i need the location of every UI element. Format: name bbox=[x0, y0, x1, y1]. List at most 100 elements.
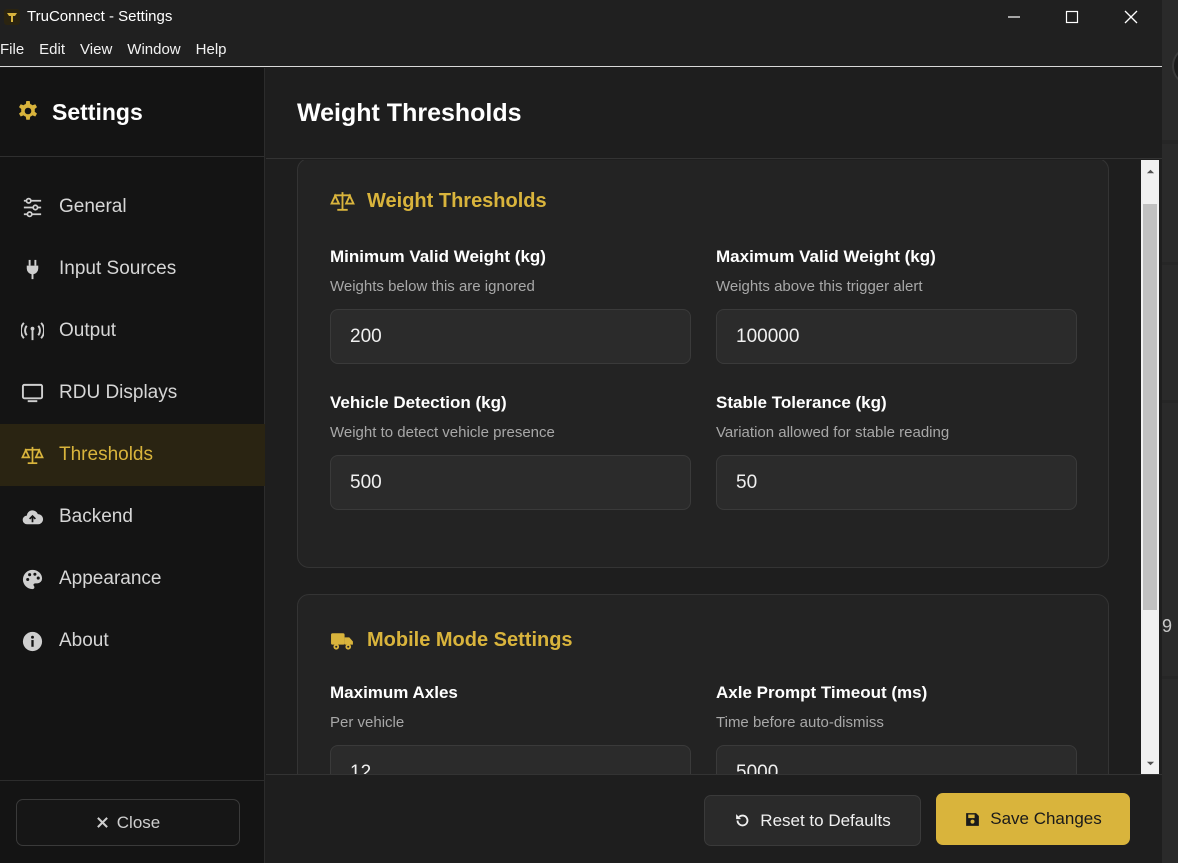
field-label: Stable Tolerance (kg) bbox=[716, 393, 887, 412]
main-panel: Weight Thresholds Weight Thresholds Mini… bbox=[266, 68, 1162, 863]
arrow-down-icon bbox=[1146, 761, 1154, 765]
app-logo-icon bbox=[4, 8, 20, 25]
sidebar-item-backend[interactable]: Backend bbox=[0, 486, 265, 548]
sidebar-item-label: About bbox=[59, 630, 109, 651]
maximize-button[interactable] bbox=[1043, 0, 1101, 33]
sidebar-item-appearance[interactable]: Appearance bbox=[0, 548, 265, 610]
truck-icon bbox=[331, 633, 353, 650]
close-icon bbox=[96, 817, 108, 828]
max-axles-input[interactable] bbox=[330, 745, 691, 774]
window-close-button[interactable] bbox=[1102, 0, 1160, 33]
background-divider bbox=[1162, 262, 1178, 265]
scroll-up-button[interactable] bbox=[1141, 162, 1159, 180]
title-bar: TruConnect - Settings bbox=[0, 0, 1162, 33]
min-valid-weight-field: Minimum Valid Weight (kg) Weights below … bbox=[330, 247, 691, 364]
sidebar-item-label: General bbox=[59, 196, 127, 217]
max-valid-weight-input[interactable] bbox=[716, 309, 1077, 364]
field-help: Weights above this trigger alert bbox=[716, 278, 923, 295]
background-divider bbox=[1162, 140, 1178, 144]
undo-icon bbox=[736, 814, 749, 827]
field-help: Per vehicle bbox=[330, 714, 405, 731]
action-footer: Reset to Defaults Save Changes bbox=[266, 774, 1162, 863]
close-icon bbox=[1124, 10, 1138, 23]
card-title: Weight Thresholds bbox=[367, 190, 547, 212]
maximize-icon bbox=[1065, 10, 1079, 23]
card-title: Mobile Mode Settings bbox=[367, 629, 573, 651]
menu-bar: File Edit View Window Help bbox=[0, 33, 1162, 67]
field-help: Time before auto-dismiss bbox=[716, 714, 884, 731]
background-avatar bbox=[1172, 46, 1178, 86]
field-help: Weight to detect vehicle presence bbox=[330, 424, 555, 441]
field-label: Minimum Valid Weight (kg) bbox=[330, 247, 546, 266]
menu-window[interactable]: Window bbox=[127, 41, 180, 58]
sidebar-item-rdu-displays[interactable]: RDU Displays bbox=[0, 362, 265, 424]
max-axles-field: Maximum Axles Per vehicle bbox=[330, 683, 691, 774]
menu-help[interactable]: Help bbox=[196, 41, 227, 58]
sidebar-item-label: RDU Displays bbox=[59, 382, 178, 403]
sidebar-footer: Close bbox=[0, 780, 265, 863]
save-button-label: Save Changes bbox=[990, 809, 1102, 828]
vehicle-detection-input[interactable] bbox=[330, 455, 691, 510]
axle-prompt-timeout-field: Axle Prompt Timeout (ms) Time before aut… bbox=[716, 683, 1077, 774]
reset-button-label: Reset to Defaults bbox=[760, 810, 891, 830]
menu-view[interactable]: View bbox=[80, 41, 112, 58]
sidebar-title: Settings bbox=[52, 98, 143, 125]
vertical-scrollbar[interactable] bbox=[1141, 160, 1159, 774]
stable-tolerance-input[interactable] bbox=[716, 455, 1077, 510]
save-changes-button[interactable]: Save Changes bbox=[936, 793, 1130, 845]
reset-defaults-button[interactable]: Reset to Defaults bbox=[704, 795, 921, 846]
info-icon bbox=[20, 629, 44, 653]
mobile-mode-card: Mobile Mode Settings Maximum Axles Per v… bbox=[297, 594, 1109, 774]
menu-edit[interactable]: Edit bbox=[39, 41, 65, 58]
field-help: Variation allowed for stable reading bbox=[716, 424, 950, 441]
sidebar-item-input-sources[interactable]: Input Sources bbox=[0, 238, 265, 300]
sidebar-item-label: Thresholds bbox=[59, 444, 153, 465]
broadcast-icon bbox=[20, 319, 44, 343]
sidebar-item-general[interactable]: General bbox=[0, 176, 265, 238]
sliders-icon bbox=[20, 195, 44, 219]
page-title: Weight Thresholds bbox=[297, 98, 522, 127]
settings-scroll-area[interactable]: Weight Thresholds Minimum Valid Weight (… bbox=[266, 160, 1162, 774]
sidebar-nav: General Input Sources Output RDU Display… bbox=[0, 176, 265, 672]
axle-prompt-timeout-input[interactable] bbox=[716, 745, 1077, 774]
minimize-button[interactable] bbox=[985, 0, 1043, 33]
window-title: TruConnect - Settings bbox=[27, 8, 173, 25]
app-window: TruConnect - Settings File Edit View Win… bbox=[0, 0, 1162, 863]
background-divider bbox=[1162, 400, 1178, 403]
scroll-down-button[interactable] bbox=[1141, 754, 1159, 772]
background-window-edge: 9 I bbox=[1162, 0, 1178, 863]
field-label: Maximum Axles bbox=[330, 683, 458, 702]
sidebar-item-about[interactable]: About bbox=[0, 610, 265, 672]
background-text-fragment: 9 I bbox=[1162, 616, 1178, 636]
gear-icon bbox=[18, 101, 37, 120]
field-label: Maximum Valid Weight (kg) bbox=[716, 247, 936, 266]
sidebar-item-label: Output bbox=[59, 320, 117, 341]
field-help: Weights below this are ignored bbox=[330, 278, 535, 295]
scrollbar-thumb[interactable] bbox=[1143, 204, 1157, 610]
stable-tolerance-field: Stable Tolerance (kg) Variation allowed … bbox=[716, 393, 1077, 510]
card-header: Weight Thresholds bbox=[330, 189, 547, 214]
scale-icon bbox=[20, 443, 44, 467]
plug-icon bbox=[20, 257, 44, 281]
weight-thresholds-card: Weight Thresholds Minimum Valid Weight (… bbox=[297, 160, 1109, 568]
sidebar-item-thresholds[interactable]: Thresholds bbox=[0, 424, 265, 486]
field-label: Vehicle Detection (kg) bbox=[330, 393, 507, 412]
min-valid-weight-input[interactable] bbox=[330, 309, 691, 364]
monitor-icon bbox=[20, 381, 44, 405]
field-label: Axle Prompt Timeout (ms) bbox=[716, 683, 928, 702]
max-valid-weight-field: Maximum Valid Weight (kg) Weights above … bbox=[716, 247, 1077, 364]
sidebar-item-label: Appearance bbox=[59, 568, 162, 589]
sidebar-item-label: Backend bbox=[59, 506, 133, 527]
save-icon bbox=[966, 812, 980, 826]
sidebar: Settings General Input Sources Output RD… bbox=[0, 68, 265, 863]
minimize-icon bbox=[1008, 15, 1020, 18]
background-divider bbox=[1162, 676, 1178, 679]
menu-file[interactable]: File bbox=[0, 41, 24, 58]
sidebar-item-output[interactable]: Output bbox=[0, 300, 265, 362]
sidebar-header: Settings bbox=[0, 68, 264, 157]
close-button-label: Close bbox=[116, 812, 161, 832]
sidebar-item-label: Input Sources bbox=[59, 258, 177, 279]
vehicle-detection-field: Vehicle Detection (kg) Weight to detect … bbox=[330, 393, 691, 510]
close-button[interactable]: Close bbox=[16, 799, 240, 846]
arrow-up-icon bbox=[1146, 169, 1154, 173]
